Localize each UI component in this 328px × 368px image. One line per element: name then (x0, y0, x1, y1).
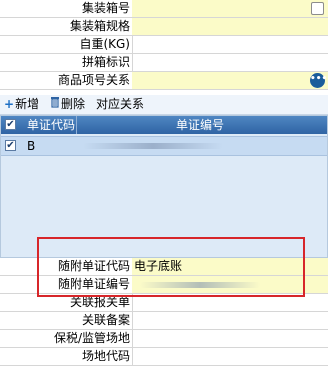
related-filing-label: 关联备案 (0, 312, 132, 329)
bonded-site-label: 保税/监管场地 (0, 330, 132, 347)
tare-weight-row: 自重(KG) (0, 36, 328, 54)
related-filing-row: 关联备案 (0, 312, 328, 330)
table-row[interactable]: ✔ B (1, 136, 327, 156)
tare-weight-field[interactable] (132, 36, 328, 53)
lcl-flag-row: 拼箱标识 (0, 54, 328, 72)
column-header-number[interactable]: 单证编号 (176, 116, 224, 134)
more-options-button[interactable]: ••• (310, 73, 327, 88)
trash-icon (50, 96, 60, 113)
container-number-checkbox[interactable] (311, 2, 324, 15)
add-button[interactable]: +新增 (4, 96, 39, 113)
container-number-label: 集装箱号 (0, 0, 132, 17)
add-button-label: 新增 (15, 97, 40, 111)
related-filing-field[interactable] (132, 312, 328, 329)
item-relation-row: 商品项号关系 ••• (0, 72, 328, 90)
container-spec-row: 集装箱规格 (0, 18, 328, 36)
lcl-flag-field[interactable] (132, 54, 328, 71)
relation-button[interactable]: 对应关系 (96, 96, 144, 113)
highlight-box (37, 237, 305, 297)
site-code-row: 场地代码 (0, 348, 328, 366)
bonded-site-row: 保税/监管场地 (0, 330, 328, 348)
column-header-code[interactable]: 单证代码 (27, 116, 75, 134)
site-code-label: 场地代码 (0, 348, 132, 365)
bonded-site-field[interactable] (132, 330, 328, 347)
row-checkbox[interactable]: ✔ (5, 140, 16, 151)
delete-button-label: 删除 (61, 97, 86, 111)
site-code-field[interactable] (132, 348, 328, 365)
container-number-row: 集装箱号 (0, 0, 328, 18)
tare-weight-label: 自重(KG) (0, 36, 132, 53)
doc-toolbar: +新增 删除 对应关系 (0, 95, 328, 115)
lcl-flag-label: 拼箱标识 (0, 54, 132, 71)
container-spec-label: 集装箱规格 (0, 18, 132, 35)
item-relation-label: 商品项号关系 (0, 72, 132, 89)
column-divider (76, 116, 77, 134)
container-spec-field[interactable] (132, 18, 328, 35)
delete-button[interactable]: 删除 (50, 96, 85, 113)
row-doc-code: B (27, 139, 36, 153)
plus-icon: + (4, 97, 15, 111)
item-relation-field[interactable] (132, 72, 328, 89)
grid-header: ✔ 单证代码 单证编号 (1, 116, 327, 134)
container-number-field[interactable] (132, 0, 328, 17)
row-doc-number-redacted (83, 143, 223, 149)
select-all-checkbox[interactable]: ✔ (5, 119, 16, 130)
